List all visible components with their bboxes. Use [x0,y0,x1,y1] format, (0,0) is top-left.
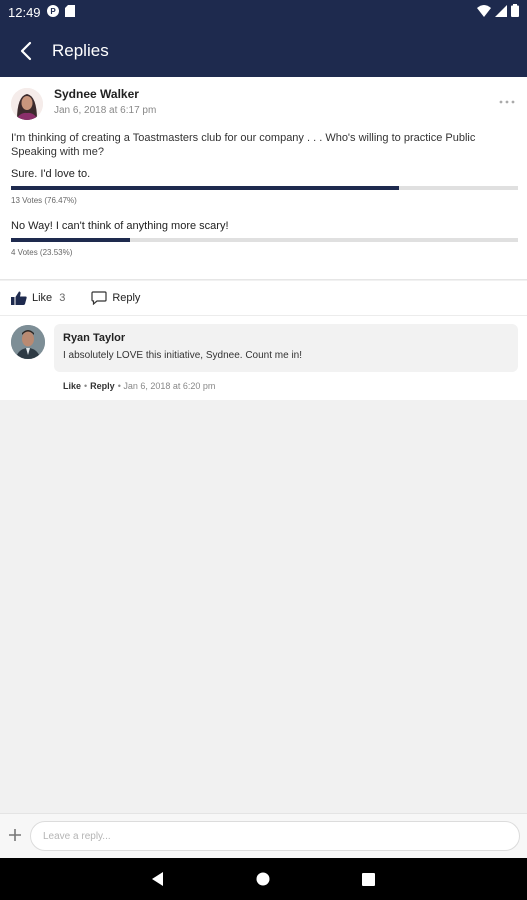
like-label: Like [32,292,53,304]
poll-option[interactable]: Sure. I'd love to. 13 Votes (76.47%) [11,168,518,205]
triangle-back-icon [152,872,163,886]
comment-bubble-icon [91,291,107,305]
comment-reply-link[interactable]: Reply [90,381,115,391]
sd-card-icon [64,4,75,20]
poll-progress-track [11,186,518,190]
comment-text: I absolutely LOVE this initiative, Sydne… [63,350,303,361]
status-bar: 12:49 P [0,0,527,24]
comment-like-link[interactable]: Like [63,381,81,391]
post-text: I'm thinking of creating a Toastmasters … [11,132,476,158]
more-dots-icon [499,100,515,104]
back-button[interactable] [0,24,52,77]
post-card: Sydnee Walker Jan 6, 2018 at 6:17 pm I'm… [0,77,527,280]
poll-progress-track [11,238,518,242]
circle-home-icon [256,872,270,886]
page-title: Replies [52,40,109,60]
app-bar: Replies [0,24,527,77]
poll-option[interactable]: No Way! I can't think of anything more s… [11,220,518,257]
author-avatar[interactable] [11,88,43,120]
meta-separator: • [84,381,88,391]
poll-progress-fill [11,186,399,190]
nav-back-button[interactable] [152,872,164,886]
more-options-button[interactable] [499,91,515,107]
comment-date: • Jan 6, 2018 at 6:20 pm [117,381,216,391]
like-button[interactable]: Like 3 [11,291,65,305]
reply-bar [0,813,527,858]
author-name[interactable]: Sydnee Walker [54,87,139,101]
poll-vote-count: 13 Votes (76.47%) [11,196,77,205]
battery-icon [511,4,519,20]
poll-option-label: Sure. I'd love to. [11,168,91,180]
nav-home-button[interactable] [256,872,270,886]
notification-p-icon: P [46,4,59,20]
svg-text:P: P [50,7,56,16]
status-left: 12:49 P [8,4,75,20]
reply-input[interactable] [30,821,520,851]
commenter-avatar[interactable] [11,325,45,359]
comment-meta: Like • Reply • Jan 6, 2018 at 6:20 pm [63,381,215,391]
add-attachment-button[interactable] [6,827,24,845]
comment-item: Ryan Taylor I absolutely LOVE this initi… [0,316,527,400]
like-count: 3 [59,292,66,304]
nav-recents-button[interactable] [362,872,375,886]
reply-button[interactable]: Reply [91,291,140,305]
thumbs-up-icon [11,291,27,305]
poll-progress-fill [11,238,131,242]
commenter-name[interactable]: Ryan Taylor [63,332,509,344]
comment-bubble: Ryan Taylor I absolutely LOVE this initi… [54,324,518,372]
square-recents-icon [362,872,375,886]
reply-label: Reply [112,292,141,304]
wifi-icon [477,4,491,20]
cell-signal-icon [495,4,507,20]
poll-vote-count: 4 Votes (23.53%) [11,248,73,257]
back-arrow-icon [20,41,32,60]
plus-icon [9,829,21,841]
status-right [477,4,519,20]
post-date: Jan 6, 2018 at 6:17 pm [54,105,157,116]
post-actions-bar: Like 3 Reply [0,281,527,316]
clock: 12:49 [8,4,41,20]
poll-option-label: No Way! I can't think of anything more s… [11,220,229,232]
system-nav-bar [0,858,527,900]
